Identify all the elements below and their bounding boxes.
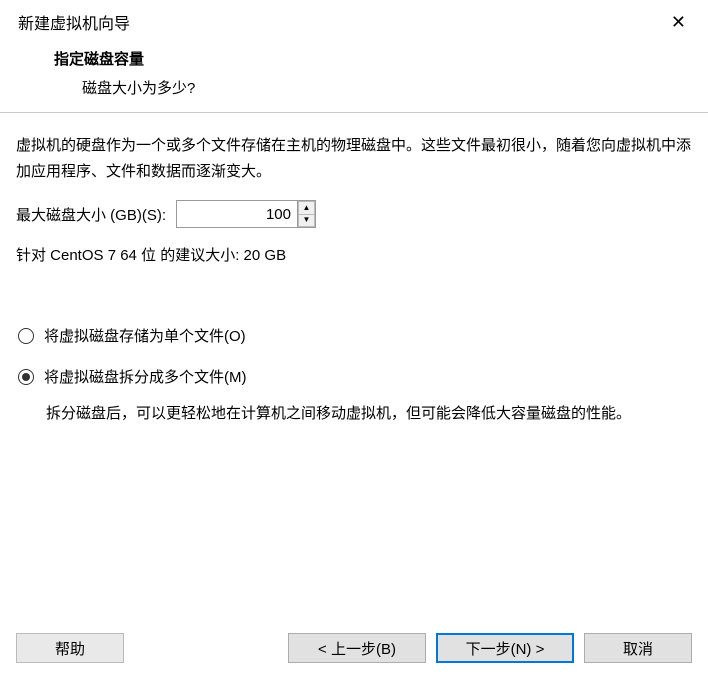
spacer — [134, 633, 278, 663]
wizard-header: 指定磁盘容量 磁盘大小为多少? — [0, 48, 708, 112]
spinner-down-icon[interactable]: ▼ — [298, 214, 315, 228]
radio-single-file[interactable]: 将虚拟磁盘存储为单个文件(O) — [18, 325, 692, 346]
close-icon[interactable]: ✕ — [665, 13, 692, 31]
disk-size-spinner[interactable]: ▲ ▼ — [176, 200, 316, 228]
header-subtitle: 磁盘大小为多少? — [54, 77, 708, 98]
recommended-size: 针对 CentOS 7 64 位 的建议大小: 20 GB — [16, 244, 692, 265]
back-button[interactable]: < 上一步(B) — [288, 633, 426, 663]
radio-split-files[interactable]: 将虚拟磁盘拆分成多个文件(M) — [18, 366, 692, 387]
split-files-note: 拆分磁盘后，可以更轻松地在计算机之间移动虚拟机，但可能会降低大容量磁盘的性能。 — [18, 401, 692, 427]
radio-icon — [18, 369, 34, 385]
spinner-buttons: ▲ ▼ — [297, 201, 315, 227]
button-bar: 帮助 < 上一步(B) 下一步(N) > 取消 — [0, 633, 708, 663]
disk-size-input[interactable] — [177, 201, 297, 227]
radio-split-files-label: 将虚拟磁盘拆分成多个文件(M) — [44, 366, 247, 387]
cancel-button[interactable]: 取消 — [584, 633, 692, 663]
content-area: 虚拟机的硬盘作为一个或多个文件存储在主机的物理磁盘中。这些文件最初很小，随着您向… — [0, 113, 708, 427]
window-title: 新建虚拟机向导 — [18, 10, 130, 34]
next-button[interactable]: 下一步(N) > — [436, 633, 574, 663]
radio-single-file-label: 将虚拟磁盘存储为单个文件(O) — [44, 325, 246, 346]
disk-size-label: 最大磁盘大小 (GB)(S): — [16, 204, 166, 225]
radio-icon — [18, 328, 34, 344]
help-button[interactable]: 帮助 — [16, 633, 124, 663]
disk-type-radio-group: 将虚拟磁盘存储为单个文件(O) 将虚拟磁盘拆分成多个文件(M) 拆分磁盘后，可以… — [16, 325, 692, 427]
disk-size-row: 最大磁盘大小 (GB)(S): ▲ ▼ — [16, 200, 692, 228]
spinner-up-icon[interactable]: ▲ — [298, 201, 315, 214]
disk-description: 虚拟机的硬盘作为一个或多个文件存储在主机的物理磁盘中。这些文件最初很小，随着您向… — [16, 133, 692, 184]
titlebar: 新建虚拟机向导 ✕ — [0, 0, 708, 48]
header-title: 指定磁盘容量 — [54, 48, 708, 69]
